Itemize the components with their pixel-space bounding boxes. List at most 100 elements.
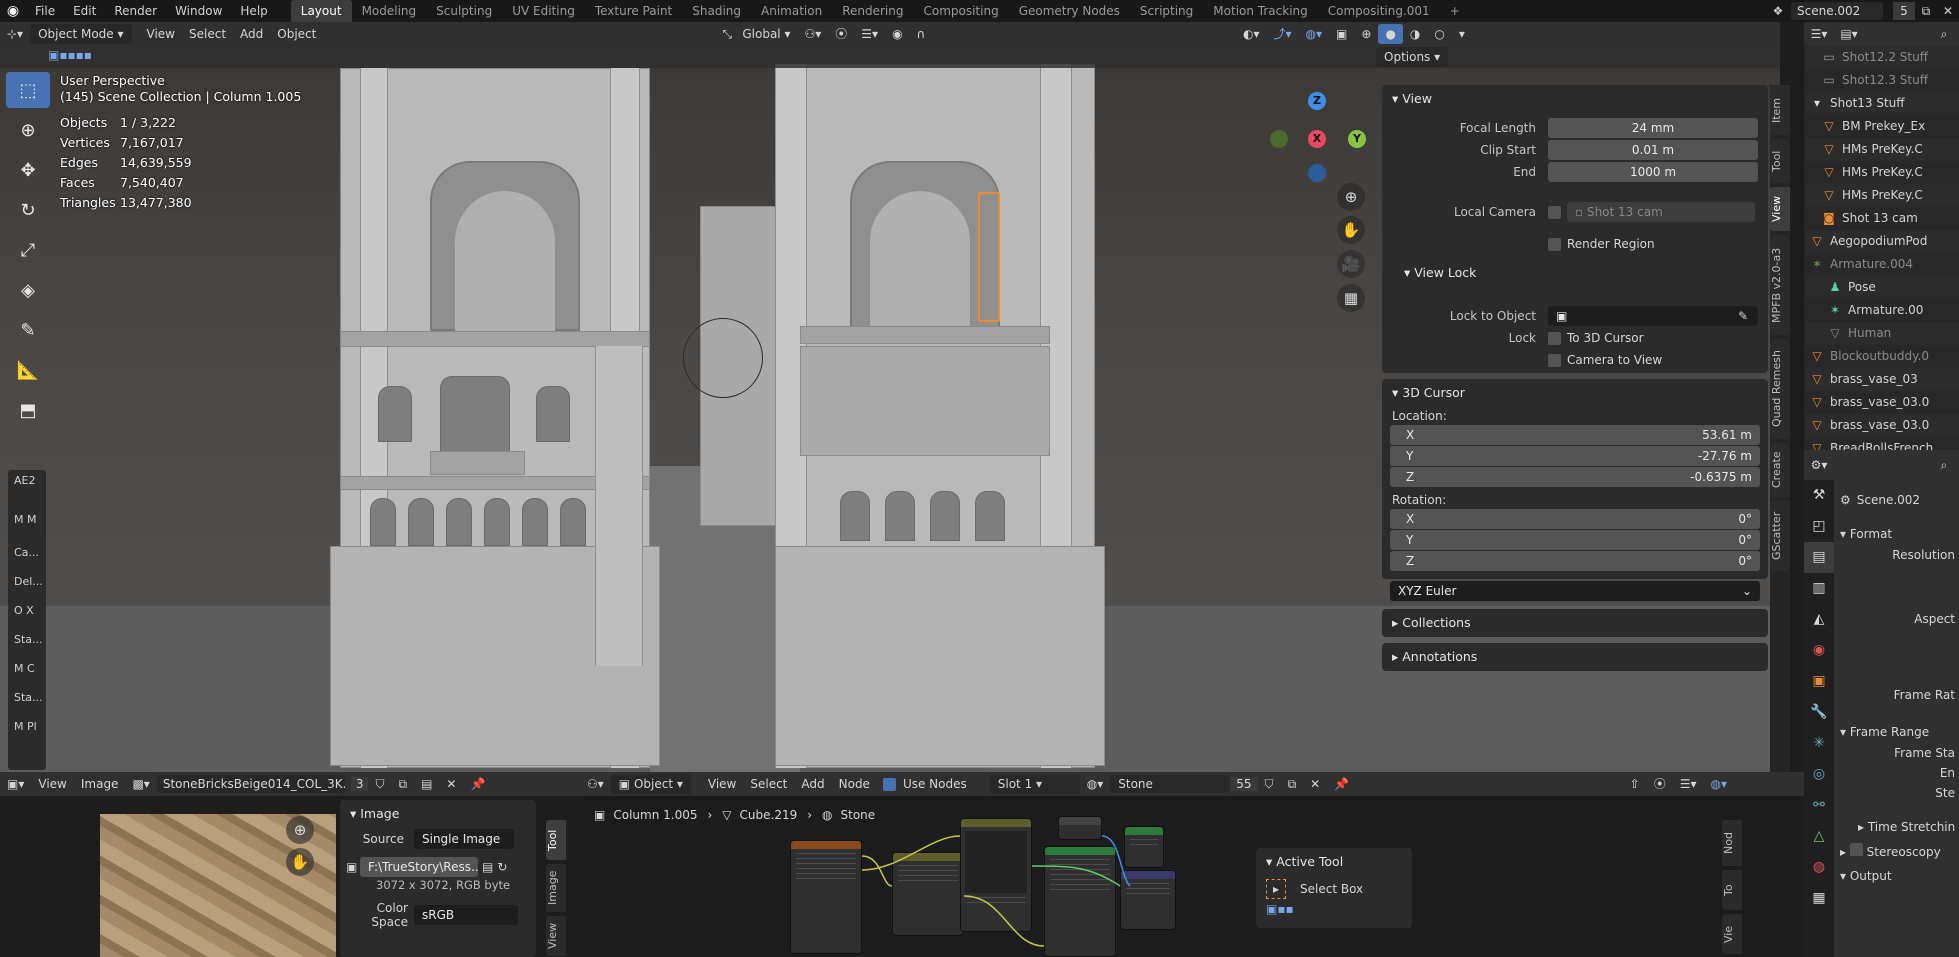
transform-tool-icon[interactable]: ◈ xyxy=(6,272,50,308)
shading-solid-icon[interactable]: ● xyxy=(1378,24,1403,44)
tab-view[interactable]: View xyxy=(1770,187,1790,231)
addon-item[interactable]: M C xyxy=(8,646,46,675)
menu-edit[interactable]: Edit xyxy=(64,0,105,22)
node-tab-node[interactable]: Nod xyxy=(1722,820,1742,866)
outliner-item[interactable]: ▽ Blockoutbuddy.0 xyxy=(1806,345,1959,368)
physics-tab-icon[interactable]: ◎ xyxy=(1804,759,1834,790)
node-editor-area[interactable]: ▣ Column 1.005 › ▽ Cube.219 › ◍ Stone ▾ Act… xyxy=(580,796,1804,957)
workspace-tab-animation[interactable]: Animation xyxy=(751,0,832,22)
shading-wireframe-icon[interactable]: ⊕ xyxy=(1354,24,1378,44)
menu-render[interactable]: Render xyxy=(105,0,166,22)
snap-target-icon[interactable]: ☰▾ xyxy=(854,24,885,44)
viewport-menu-view[interactable]: View xyxy=(140,24,182,44)
falloff-icon[interactable]: ∩ xyxy=(910,24,933,44)
open-file-icon[interactable]: ▤ xyxy=(482,860,493,874)
outliner-item[interactable]: ✶ Armature.004 xyxy=(1806,253,1959,276)
breadcrumb-mesh[interactable]: Cube.219 xyxy=(740,808,798,822)
expand-arrow-icon[interactable]: ▾ xyxy=(1810,92,1824,115)
image-users-count[interactable]: 3 xyxy=(350,777,369,791)
workspace-tab-scripting[interactable]: Scripting xyxy=(1130,0,1203,22)
measure-tool-icon[interactable]: 📐 xyxy=(6,352,50,388)
material-copy-icon[interactable]: ⧉ xyxy=(1281,774,1304,794)
shading-rendered-icon[interactable]: ○ xyxy=(1427,24,1451,44)
image-pan-icon[interactable]: ✋ xyxy=(286,848,314,876)
outliner-item[interactable]: ▽ AegopodiumPod xyxy=(1806,230,1959,253)
gizmo-toggle-icon[interactable]: ⤴▾ xyxy=(1267,24,1299,44)
node-tab-view[interactable]: Vie xyxy=(1722,914,1742,954)
rotate-tool-icon[interactable]: ↻ xyxy=(6,192,50,228)
tool-tab-icon[interactable]: ⚒ xyxy=(1804,480,1834,511)
node-menu-select[interactable]: Select xyxy=(743,774,794,794)
workspace-tab-texture-paint[interactable]: Texture Paint xyxy=(585,0,682,22)
cursor-location-y[interactable]: Y -27.76 m xyxy=(1390,446,1760,466)
outliner-item[interactable]: ▽ HMs PreKey.C xyxy=(1806,161,1959,184)
gizmo-z-axis[interactable]: Z xyxy=(1308,92,1326,110)
scene-tab-icon[interactable]: ◭ xyxy=(1804,604,1834,635)
move-tool-icon[interactable]: ✥ xyxy=(6,152,50,188)
outliner-item[interactable]: ▽ BM Prekey_Ex xyxy=(1806,115,1959,138)
pin-icon[interactable]: 📌 xyxy=(463,774,492,794)
render-tab-icon[interactable]: ◰ xyxy=(1804,511,1834,542)
object-tab-icon[interactable]: ▣ xyxy=(1804,666,1834,697)
image-tab-tool[interactable]: Tool xyxy=(546,820,566,860)
outliner-item[interactable]: ▽ brass_vase_03.0 xyxy=(1806,391,1959,414)
cursor-location-z[interactable]: Z -0.6375 m xyxy=(1390,467,1760,487)
camera-view-icon[interactable]: 🎥 xyxy=(1337,250,1365,278)
close-scene-icon[interactable]: ✕ xyxy=(1937,4,1959,18)
add-workspace-button[interactable]: + xyxy=(1440,0,1470,22)
texture-tab-icon[interactable]: ▦ xyxy=(1804,883,1834,914)
image-browse-icon[interactable]: ▩▾ xyxy=(125,774,156,794)
xray-toggle-icon[interactable]: ▣ xyxy=(1329,24,1354,44)
zoom-icon[interactable]: ⊕ xyxy=(1337,183,1365,211)
object-visibility-icon[interactable]: ◐▾ xyxy=(1236,24,1267,44)
material-users-count[interactable]: 55 xyxy=(1230,777,1258,791)
menu-help[interactable]: Help xyxy=(231,0,276,22)
annotations-panel-header[interactable]: ▸ Annotations xyxy=(1382,643,1768,671)
proportional-edit-icon[interactable]: ◉ xyxy=(885,24,909,44)
node-snap-mode-icon[interactable]: ☰▾ xyxy=(1673,774,1704,794)
camera-to-view-checkbox[interactable] xyxy=(1548,353,1561,367)
image-tab-image[interactable]: Image xyxy=(546,864,566,912)
modifier-tab-icon[interactable]: 🔧 xyxy=(1804,697,1834,728)
workspace-tab-compositing-001[interactable]: Compositing.001 xyxy=(1318,0,1440,22)
material-fake-user-icon[interactable]: ⛉ xyxy=(1258,774,1281,794)
material-browse-icon[interactable]: ◍▾ xyxy=(1080,774,1111,794)
eyedropper-icon[interactable]: ✎ xyxy=(1738,309,1748,323)
node-menu-add[interactable]: Add xyxy=(794,774,831,794)
outliner-item[interactable]: ▭ Shot12.3 Stuff xyxy=(1806,69,1959,92)
source-dropdown[interactable]: Single Image ⌄ xyxy=(414,829,514,866)
shader-type-dropdown[interactable]: ▣ Object ▾ xyxy=(610,774,691,794)
addon-item[interactable]: Ca... xyxy=(8,526,46,559)
gizmo-neg-z[interactable] xyxy=(1308,164,1326,182)
image-menu-view[interactable]: View xyxy=(31,774,73,794)
world-tab-icon[interactable]: ◉ xyxy=(1804,635,1834,666)
image-menu-image[interactable]: Image xyxy=(74,774,126,794)
stereoscopy-checkbox[interactable] xyxy=(1849,843,1863,856)
cursor-rotation-x[interactable]: X 0° xyxy=(1390,509,1760,529)
local-camera-checkbox[interactable] xyxy=(1548,205,1561,219)
viewport-menu-select[interactable]: Select xyxy=(182,24,233,44)
properties-editor-icon[interactable]: ⚙▾ xyxy=(1804,458,1834,472)
menu-window[interactable]: Window xyxy=(166,0,231,22)
addon-item[interactable]: Sta... xyxy=(8,675,46,704)
cursor-rotation-y[interactable]: Y 0° xyxy=(1390,530,1760,550)
image-name-field[interactable]: StoneBricksBeige014_COL_3K.jpg xyxy=(156,775,345,793)
scene-name-field[interactable]: Scene.002 xyxy=(1791,2,1883,20)
display-mode-icon[interactable]: ▤▾ xyxy=(1834,27,1864,41)
3d-cursor[interactable] xyxy=(683,318,763,398)
new-image-icon[interactable]: ⧉ xyxy=(391,774,414,794)
tab-item[interactable]: Item xyxy=(1770,85,1790,135)
outliner-item[interactable]: ▾ Shot13 Stuff xyxy=(1806,92,1959,115)
clip-start-field[interactable]: 0.01 m xyxy=(1548,140,1758,160)
collections-panel-header[interactable]: ▸ Collections xyxy=(1382,609,1768,637)
workspace-tab-modeling[interactable]: Modeling xyxy=(352,0,427,22)
scale-tool-icon[interactable]: ⤢ xyxy=(6,232,50,268)
node-editor-type-icon[interactable]: ⚇▾ xyxy=(580,774,611,794)
local-camera-field[interactable]: ▫ Shot 13 cam xyxy=(1567,202,1755,222)
cursor-location-x[interactable]: X 53.61 m xyxy=(1390,425,1760,445)
image-editor-area[interactable]: ⊕ ✋ ▾ Image Source Single Image ⌄ ▣F:\Tru… xyxy=(0,796,580,957)
output-header[interactable]: ▾ Output xyxy=(1840,864,1959,888)
node-tab-tool[interactable]: To xyxy=(1722,870,1742,910)
workspace-tab-motion-tracking[interactable]: Motion Tracking xyxy=(1203,0,1317,22)
node-snap-icon[interactable]: ⦿ xyxy=(1647,774,1673,794)
